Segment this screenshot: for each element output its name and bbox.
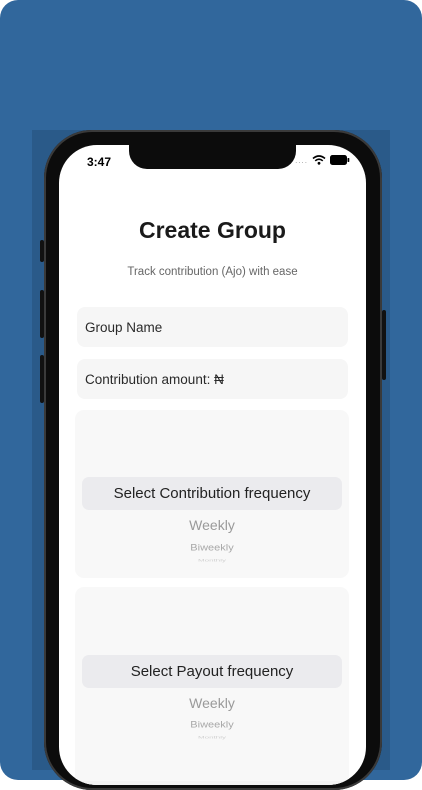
payout-option-weekly[interactable]: Weekly (75, 695, 349, 711)
payout-option-monthly[interactable]: Monthly (75, 736, 349, 740)
contribution-picker-selected[interactable]: Select Contribution frequency (82, 477, 342, 510)
notch (129, 145, 296, 169)
power-button (382, 310, 386, 380)
payout-frequency-picker[interactable]: Select Payout frequency Weekly Biweekly … (75, 587, 349, 785)
bottom-divider (59, 781, 366, 785)
signal-dots: .... (295, 155, 308, 165)
payout-picker-selected[interactable]: Select Payout frequency (82, 655, 342, 688)
wifi-icon (312, 155, 326, 165)
contribution-amount-placeholder: Contribution amount: ₦ (85, 371, 224, 387)
payout-option-biweekly[interactable]: Biweekly (75, 720, 349, 730)
app-screen: 3:47 .... Create Group Track contributio… (59, 145, 366, 785)
battery-icon (330, 155, 350, 165)
contribution-option-monthly[interactable]: Monthly (75, 559, 349, 563)
contribution-amount-input[interactable]: Contribution amount: ₦ (77, 359, 348, 399)
status-icons: .... (295, 155, 350, 165)
status-time: 3:47 (87, 155, 112, 169)
page-subtitle: Track contribution (Ajo) with ease (127, 266, 298, 278)
group-name-input[interactable]: Group Name (77, 307, 348, 347)
contribution-option-weekly[interactable]: Weekly (75, 517, 349, 533)
page-title: Create Group (139, 217, 286, 243)
contribution-option-biweekly[interactable]: Biweekly (75, 543, 349, 553)
group-name-placeholder: Group Name (85, 319, 163, 335)
contribution-frequency-picker[interactable]: Select Contribution frequency Weekly Biw… (75, 410, 349, 578)
